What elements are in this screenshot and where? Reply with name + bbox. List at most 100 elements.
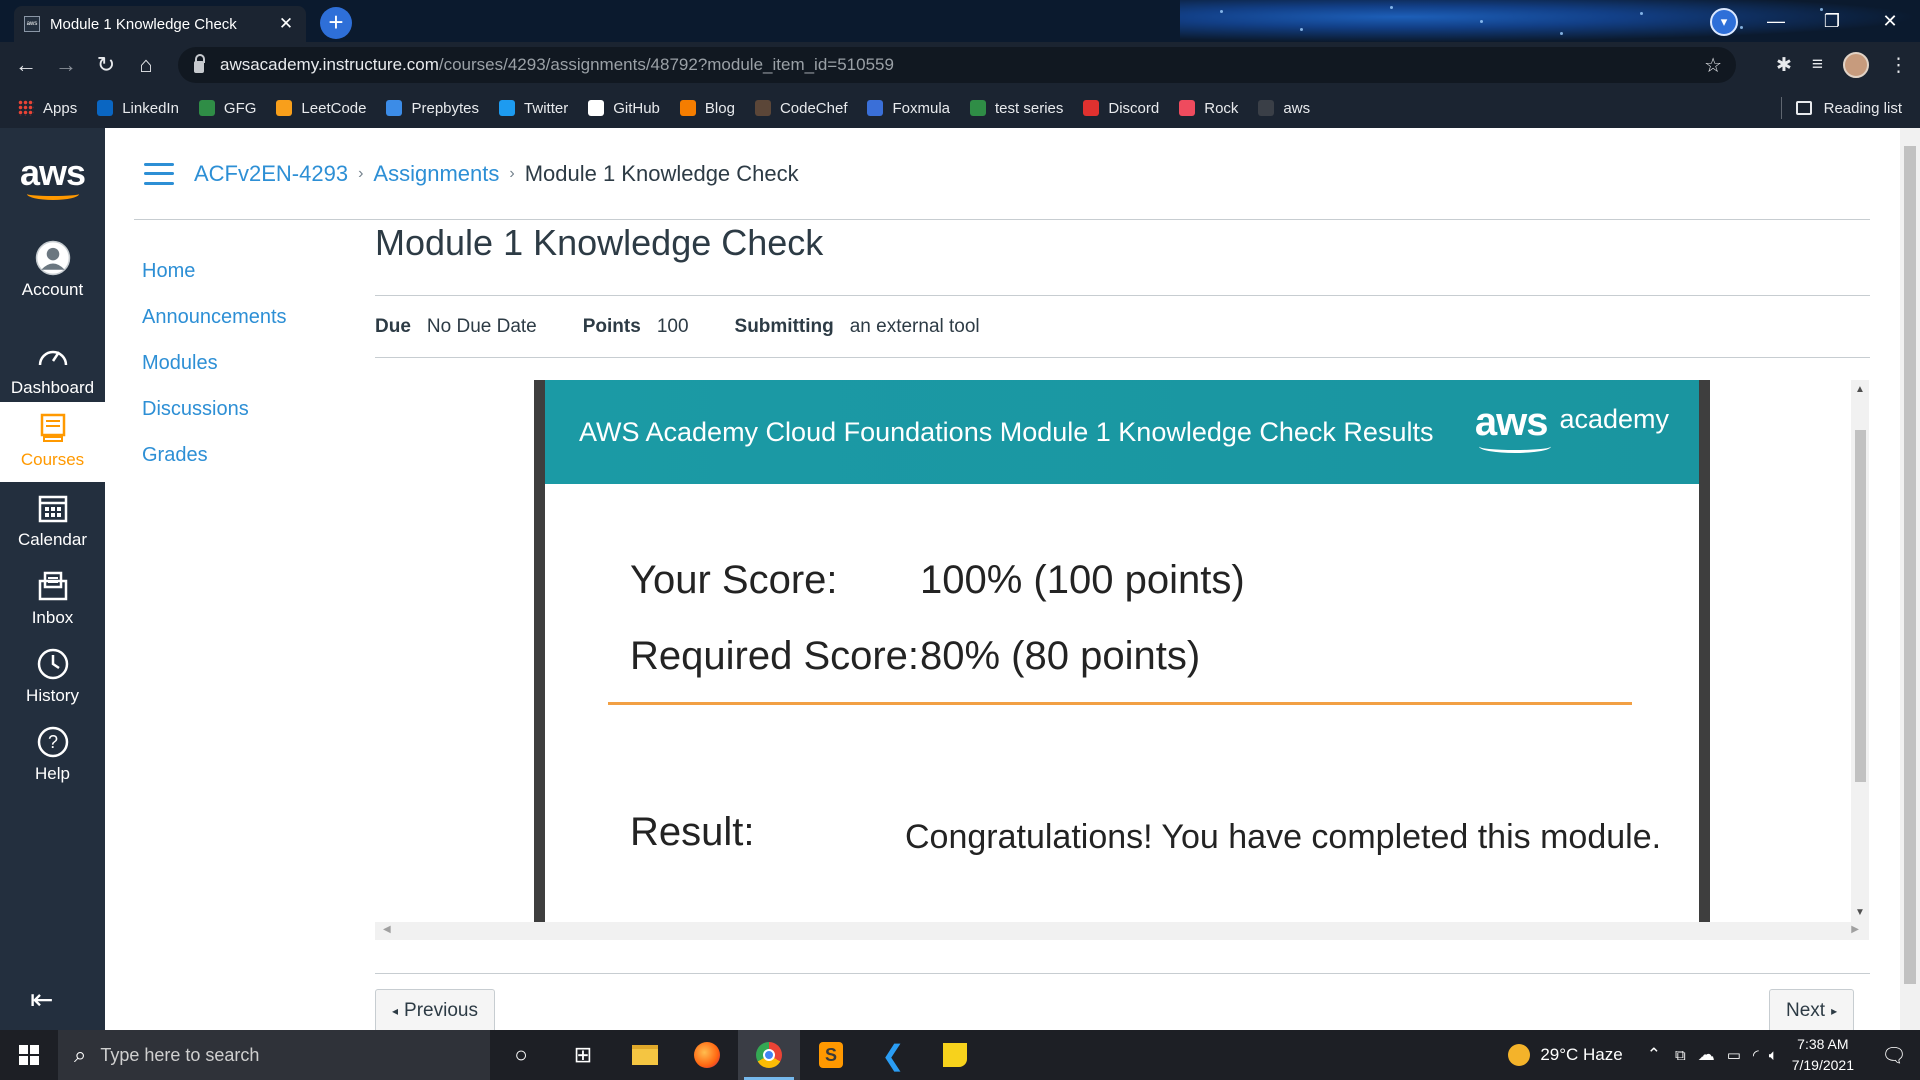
leetcode-icon — [276, 100, 293, 116]
browser-tab-bar: aws Module 1 Knowledge Check ✕ + ▾ — ❐ ✕ — [0, 0, 1920, 42]
twitter-icon — [499, 100, 516, 116]
restore-icon[interactable]: ❐ — [1804, 0, 1860, 42]
scroll-down-icon[interactable]: ▼ — [1855, 907, 1865, 918]
weather-text[interactable]: 29°C Haze — [1540, 1045, 1622, 1065]
scroll-left-icon[interactable]: ◀ — [383, 924, 391, 935]
reading-list-icon — [1795, 101, 1812, 115]
cortana-icon[interactable]: ○ — [490, 1030, 552, 1080]
bookmark-github[interactable]: GitHub — [588, 100, 660, 117]
taskbar-search[interactable]: ⌕ Type here to search — [58, 1030, 490, 1080]
global-nav-history[interactable]: History — [0, 640, 105, 716]
bookmark-apps[interactable]: Apps — [18, 100, 77, 117]
points-label: Points — [582, 315, 641, 337]
breadcrumb-assignments[interactable]: Assignments — [373, 161, 499, 187]
bookmark-aws[interactable]: aws — [1258, 100, 1310, 117]
global-nav-calendar[interactable]: Calendar — [0, 484, 105, 560]
download-icon[interactable]: ▾ — [1710, 8, 1738, 36]
media-control-icon[interactable]: ≡ — [1812, 54, 1823, 76]
back-icon[interactable]: ← — [6, 45, 46, 85]
volume-icon[interactable]: 🔈︎ — [1769, 1047, 1778, 1064]
sticky-notes-icon[interactable] — [924, 1030, 986, 1080]
reading-list-button[interactable]: Reading list — [1780, 88, 1902, 128]
bookmark-discord[interactable]: Discord — [1083, 100, 1159, 117]
course-nav-discussions[interactable]: Discussions — [142, 388, 287, 434]
profile-avatar[interactable] — [1843, 52, 1869, 78]
course-nav-home[interactable]: Home — [142, 250, 287, 296]
page-scroll-thumb[interactable] — [1904, 146, 1916, 984]
foxmula-icon — [867, 100, 884, 116]
file-explorer-icon[interactable] — [614, 1030, 676, 1080]
bookmark-twitter[interactable]: Twitter — [499, 100, 568, 117]
bookmark-label: aws — [1283, 99, 1311, 117]
bookmark-leetcode[interactable]: LeetCode — [276, 100, 366, 117]
notifications-icon[interactable]: 🗨︎ — [1868, 1043, 1920, 1068]
blogger-icon — [679, 100, 696, 116]
next-button[interactable]: Next ▸ — [1769, 989, 1855, 1031]
aws-logo[interactable]: aws — [0, 152, 105, 200]
onedrive-icon[interactable]: ☁ — [1698, 1045, 1715, 1065]
aws-favicon-icon: aws — [24, 16, 40, 32]
bookmark-prepbytes[interactable]: Prepbytes — [386, 100, 479, 117]
global-nav-help[interactable]: ? Help — [0, 718, 105, 794]
bookmark-blog[interactable]: Blog — [679, 100, 735, 117]
bookmark-label: Discord — [1108, 99, 1160, 117]
search-placeholder: Type here to search — [100, 1044, 260, 1065]
global-nav-inbox[interactable]: Inbox — [0, 562, 105, 638]
frame-horizontal-scrollbar[interactable]: ◀ ▶ — [375, 922, 1869, 940]
bookmark-star-icon[interactable]: ☆ — [1704, 53, 1722, 78]
bookmark-rock[interactable]: Rock — [1179, 100, 1238, 117]
global-nav-courses[interactable]: Courses — [0, 402, 105, 482]
frame-vertical-scrollbar[interactable]: ▲ ▼ — [1851, 380, 1869, 922]
lock-icon[interactable] — [194, 54, 205, 73]
meet-now-icon[interactable]: ⧉ — [1675, 1047, 1686, 1064]
score-value: 100% (100 points) — [920, 558, 1245, 602]
close-window-icon[interactable]: ✕ — [1862, 0, 1918, 42]
hamburger-menu-icon[interactable] — [144, 162, 174, 185]
windows-icon — [19, 1045, 39, 1065]
home-icon[interactable]: ⌂ — [126, 45, 166, 85]
url-field[interactable]: awsacademy.instructure.com/courses/4293/… — [178, 47, 1736, 83]
tab-close-icon[interactable]: ✕ — [276, 14, 296, 34]
bookmark-label: Foxmula — [892, 99, 951, 117]
clock[interactable]: 7:38 AM 7/19/2021 — [1792, 1034, 1854, 1076]
start-button[interactable] — [0, 1030, 58, 1080]
page-scrollbar[interactable] — [1900, 128, 1920, 1030]
extensions-icon[interactable]: ✱ — [1776, 54, 1792, 77]
task-view-icon[interactable]: ⊞ — [552, 1030, 614, 1080]
wifi-icon[interactable]: ◜ — [1753, 1046, 1759, 1064]
course-nav-announcements[interactable]: Announcements — [142, 296, 287, 342]
submitting-value: an external tool — [849, 315, 980, 337]
codechef-icon — [754, 100, 771, 116]
course-nav-grades[interactable]: Grades — [142, 434, 287, 480]
forward-icon[interactable]: → — [46, 45, 86, 85]
external-tool-frame[interactable]: AWS Academy Cloud Foundations Module 1 K… — [375, 380, 1869, 922]
vscode-icon[interactable]: ❮ — [862, 1030, 924, 1080]
global-navigation: aws Account Dashboard Courses Calendar I… — [0, 128, 105, 1030]
bookmark-codechef[interactable]: CodeChef — [754, 100, 847, 117]
bookmark-test-series[interactable]: test series — [970, 100, 1063, 117]
global-nav-account[interactable]: Account — [0, 240, 105, 316]
collapse-nav-icon[interactable]: ⇤ — [30, 983, 53, 1016]
score-label: Your Score: — [630, 558, 838, 602]
scroll-thumb[interactable] — [1855, 430, 1866, 782]
new-tab-button[interactable]: + — [320, 7, 352, 39]
battery-icon[interactable]: ▭ — [1727, 1046, 1741, 1064]
browser-tab[interactable]: aws Module 1 Knowledge Check ✕ — [14, 6, 306, 42]
breadcrumb-course[interactable]: ACFv2EN-4293 — [194, 161, 348, 187]
browser-menu-icon[interactable]: ⋮ — [1889, 54, 1908, 77]
bookmark-gfg[interactable]: GFG — [198, 100, 256, 117]
firefox-icon[interactable] — [676, 1030, 738, 1080]
results-header: AWS Academy Cloud Foundations Module 1 K… — [545, 380, 1699, 484]
sublime-text-icon[interactable]: S — [800, 1030, 862, 1080]
bookmark-linkedin[interactable]: LinkedIn — [97, 100, 179, 117]
minimize-icon[interactable]: — — [1748, 0, 1804, 42]
previous-button[interactable]: ◂ Previous — [375, 989, 495, 1031]
scroll-up-icon[interactable]: ▲ — [1855, 384, 1865, 395]
bookmark-foxmula[interactable]: Foxmula — [867, 100, 950, 117]
reload-icon[interactable]: ↻ — [86, 45, 126, 85]
show-hidden-icons-icon[interactable]: ⌃ — [1647, 1045, 1661, 1065]
chrome-icon[interactable] — [738, 1030, 800, 1080]
course-nav-modules[interactable]: Modules — [142, 342, 287, 388]
weather-icon[interactable] — [1508, 1044, 1531, 1066]
scroll-right-icon[interactable]: ▶ — [1851, 924, 1859, 935]
